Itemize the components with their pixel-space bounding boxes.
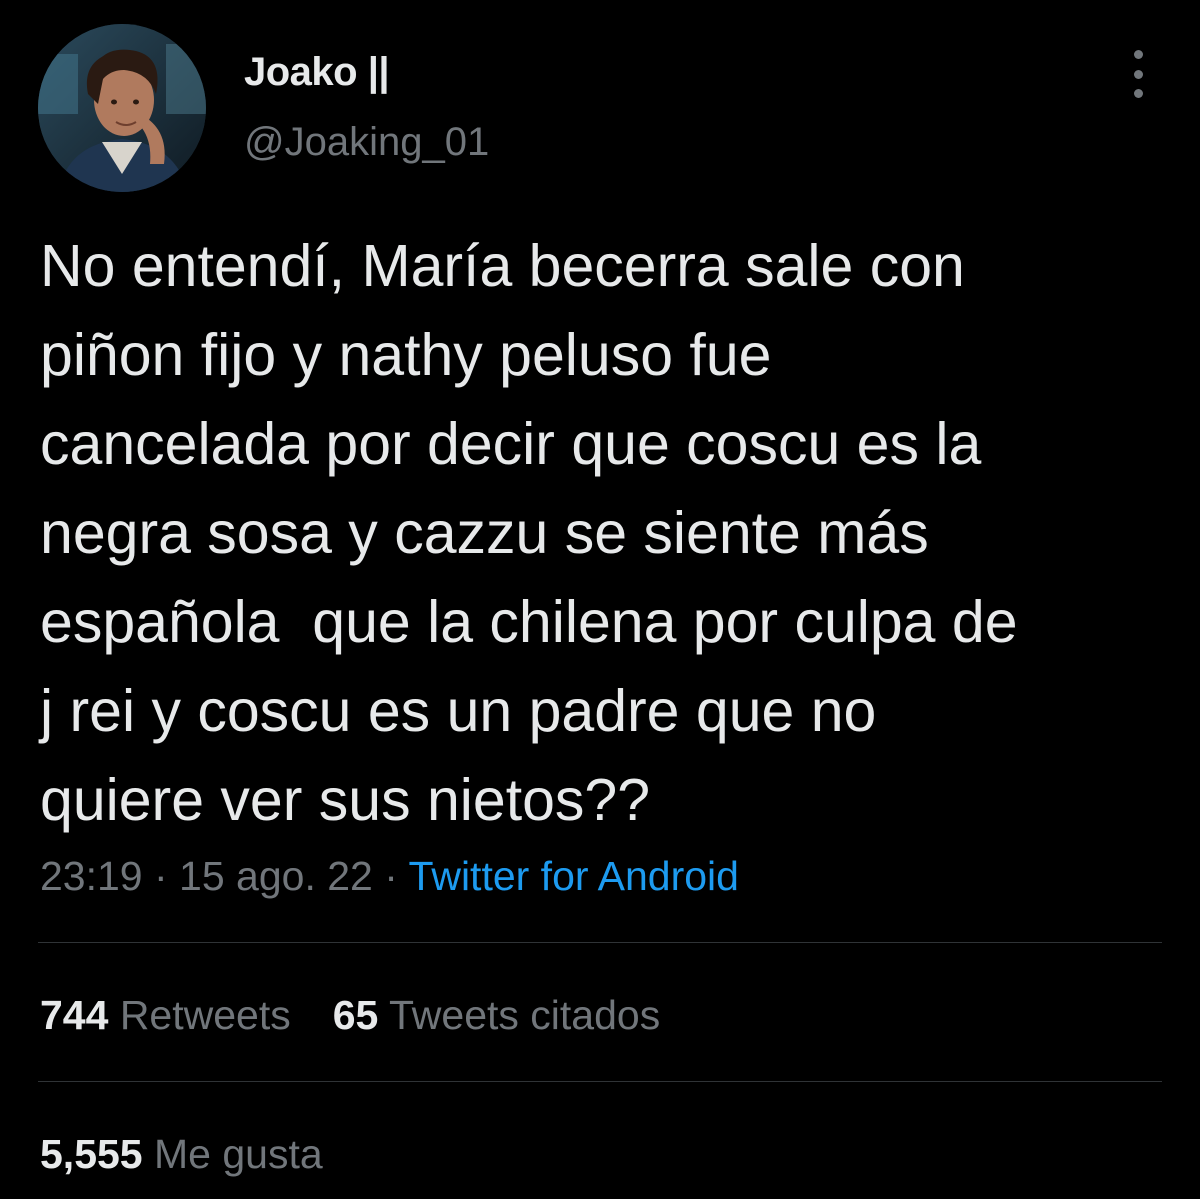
likes-count: 5,555	[40, 1131, 143, 1177]
likes-label: Me gusta	[154, 1131, 323, 1177]
tweet-text: No entendí, María becerra sale con piñon…	[40, 222, 1170, 845]
divider	[38, 942, 1162, 943]
handle[interactable]: @Joaking_01	[244, 120, 489, 165]
engagement-stats: 744 Retweets 65 Tweets citados	[40, 992, 660, 1039]
retweets-label: Retweets	[119, 992, 291, 1038]
tweet-time[interactable]: 23:19	[40, 853, 143, 899]
tweet-text-line: j rei y coscu es un padre que no	[40, 678, 877, 744]
more-vertical-icon	[1133, 50, 1143, 59]
more-vertical-icon	[1133, 69, 1143, 79]
tweet-text-line: No entendí, María becerra sale con	[40, 233, 965, 299]
tweet-detail: Joako || @Joaking_01 No entendí, María b…	[0, 0, 1200, 1199]
quote-tweets-label: Tweets citados	[389, 992, 661, 1038]
tweet-source-link[interactable]: Twitter for Android	[409, 853, 739, 899]
tweet-text-line: quiere ver sus nietos??	[40, 767, 651, 833]
tweet-text-line: negra sosa y cazzu se siente más	[40, 500, 929, 566]
quote-tweets-count: 65	[332, 992, 379, 1038]
more-vertical-icon	[1133, 89, 1143, 98]
divider	[38, 1081, 1162, 1082]
display-name[interactable]: Joako ||	[244, 50, 390, 95]
avatar[interactable]	[38, 24, 206, 192]
avatar-image	[38, 24, 206, 192]
retweets-count: 744	[40, 992, 109, 1038]
tweet-meta: 23:19 · 15 ago. 22 · Twitter for Android	[40, 853, 739, 900]
likes-stat[interactable]: 5,555 Me gusta	[40, 1131, 323, 1178]
tweet-text-line: piñon fijo y nathy peluso fue	[40, 322, 772, 388]
tweet-text-line: cancelada por decir que coscu es la	[40, 411, 982, 477]
quote-tweets-stat[interactable]: 65 Tweets citados	[333, 992, 660, 1039]
tweet-date[interactable]: 15 ago. 22	[179, 853, 373, 899]
meta-separator: ·	[372, 853, 409, 899]
tweet-text-line: española que la chilena por culpa de	[40, 589, 1018, 655]
meta-separator: ·	[142, 853, 180, 899]
likes-stats: 5,555 Me gusta	[40, 1131, 323, 1178]
retweets-stat[interactable]: 744 Retweets	[40, 992, 291, 1039]
more-options-button[interactable]	[1118, 50, 1158, 98]
